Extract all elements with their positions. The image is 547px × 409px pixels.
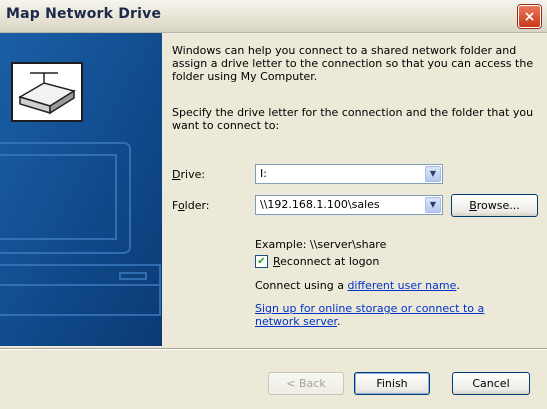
close-icon: × xyxy=(523,8,536,25)
cancel-button[interactable]: Cancel xyxy=(452,372,530,395)
connect-using-suffix: . xyxy=(456,279,460,292)
finish-button[interactable]: Finish xyxy=(354,372,430,395)
connect-using-prefix: Connect using a xyxy=(255,279,348,292)
folder-path-input[interactable]: \\192.168.1.100\sales ▼ xyxy=(255,195,443,215)
drive-label-text: rive: xyxy=(180,168,206,181)
folder-path-value: \\192.168.1.100\sales xyxy=(260,198,380,211)
folder-label-access-key: o xyxy=(177,199,185,212)
wizard-side-panel xyxy=(0,33,162,346)
chevron-down-icon: ▼ xyxy=(429,169,437,178)
drive-dropdown-button[interactable]: ▼ xyxy=(425,166,441,182)
folder-dropdown-button[interactable]: ▼ xyxy=(425,197,441,213)
map-network-drive-dialog: Map Network Drive × Windows can help you… xyxy=(0,0,547,409)
checkmark-icon: ✔ xyxy=(257,255,266,267)
signup-text: Sign up for online storage or connect to… xyxy=(255,302,525,328)
wizard-instruction: Specify the drive letter for the connect… xyxy=(172,106,534,132)
online-storage-link[interactable]: Sign up for online storage or connect to… xyxy=(255,302,484,328)
browse-button[interactable]: Browse... xyxy=(451,194,538,217)
example-text: Example: \\server\share xyxy=(255,238,387,251)
browse-label: rowse... xyxy=(476,199,520,212)
different-user-name-link[interactable]: different user name xyxy=(347,279,456,292)
title-bar[interactable]: Map Network Drive × xyxy=(0,0,547,33)
drive-label: Drive: xyxy=(172,168,205,181)
close-button[interactable]: × xyxy=(518,5,541,28)
dialog-title: Map Network Drive xyxy=(6,6,162,22)
drive-letter-select[interactable]: I: ▼ xyxy=(255,164,443,184)
reconnect-checkbox[interactable]: ✔ xyxy=(255,255,268,268)
back-button[interactable]: < Back xyxy=(268,372,344,395)
reconnect-label[interactable]: Reconnect at logon xyxy=(273,255,379,268)
folder-label-text: lder: xyxy=(184,199,210,212)
signup-suffix: . xyxy=(336,315,341,328)
wizard-description: Windows can help you connect to a shared… xyxy=(172,44,534,83)
chevron-down-icon: ▼ xyxy=(429,200,437,209)
folder-label: Folder: xyxy=(172,199,210,212)
drive-letter-value: I: xyxy=(260,167,267,180)
browse-access-key: B xyxy=(469,199,477,212)
reconnect-label-text: econnect at logon xyxy=(280,255,380,268)
footer-divider xyxy=(0,348,547,350)
network-drive-illustration xyxy=(0,33,162,346)
connect-using-text: Connect using a different user name. xyxy=(255,279,460,292)
